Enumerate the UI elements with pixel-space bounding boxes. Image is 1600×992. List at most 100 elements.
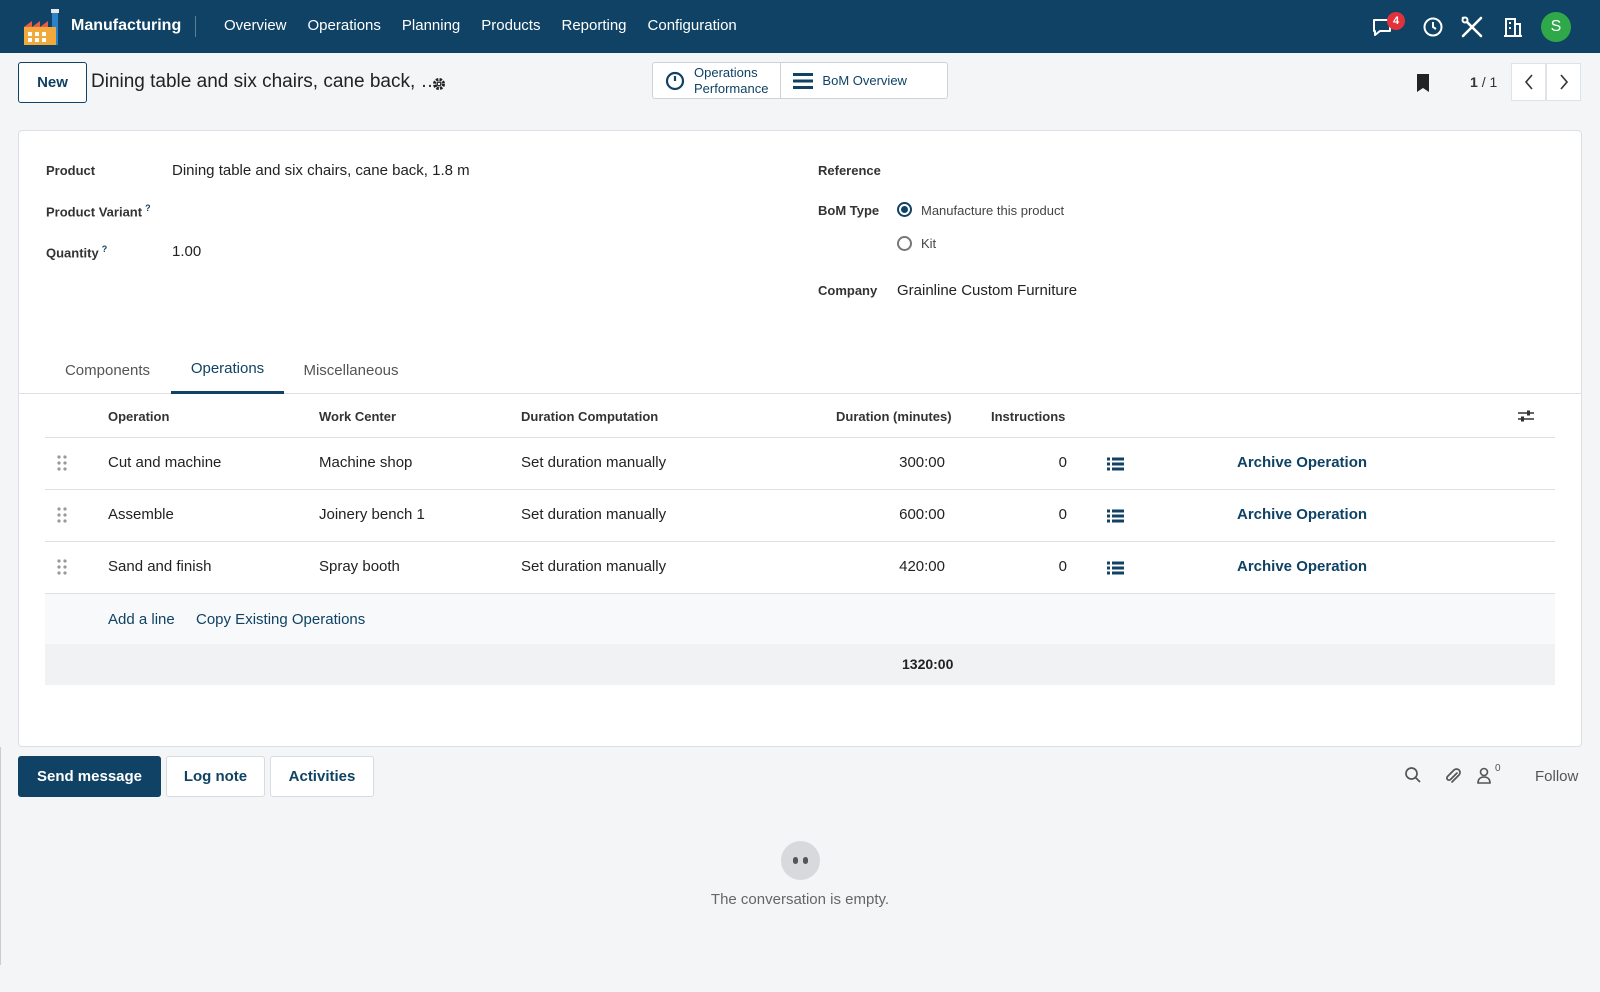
log-note-button[interactable]: Log note bbox=[166, 756, 265, 797]
send-message-button[interactable]: Send message bbox=[18, 756, 161, 797]
instructions-count: 0 bbox=[1058, 558, 1067, 575]
menu-item-products[interactable]: Products bbox=[481, 17, 540, 34]
pager-counter[interactable]: 1 / 1 bbox=[1470, 74, 1497, 90]
bookmark-icon[interactable] bbox=[1415, 73, 1431, 97]
clock-icon[interactable] bbox=[1420, 14, 1446, 40]
pager-next-button[interactable] bbox=[1546, 63, 1581, 101]
chevron-right-icon bbox=[1559, 74, 1568, 90]
divider bbox=[0, 747, 1, 965]
smart-ops-line1: Operations bbox=[694, 64, 758, 80]
tab-operations[interactable]: Operations bbox=[171, 346, 284, 394]
tab-miscellaneous[interactable]: Miscellaneous bbox=[285, 346, 417, 394]
work-center: Machine shop bbox=[319, 454, 413, 471]
bom-type-kit-radio[interactable] bbox=[897, 236, 912, 251]
list-icon[interactable] bbox=[1107, 561, 1124, 579]
archive-operation-button[interactable]: Archive Operation bbox=[1237, 454, 1367, 471]
list-icon[interactable] bbox=[1107, 457, 1124, 475]
notebook-tabs: Components Operations Miscellaneous bbox=[19, 346, 1581, 394]
company-label: Company bbox=[818, 283, 878, 298]
column-duration-computation[interactable]: Duration Computation bbox=[521, 409, 658, 424]
archive-operation-button[interactable]: Archive Operation bbox=[1237, 558, 1367, 575]
messages-badge: 4 bbox=[1387, 12, 1405, 30]
tools-icon[interactable] bbox=[1459, 14, 1485, 40]
drag-handle-icon[interactable] bbox=[57, 455, 67, 475]
column-work-center[interactable]: Work Center bbox=[319, 409, 396, 424]
table-row[interactable]: Cut and machine Machine shop Set duratio… bbox=[45, 438, 1555, 490]
menu-item-configuration[interactable]: Configuration bbox=[648, 17, 737, 34]
product-label: Product bbox=[46, 163, 96, 178]
work-center: Spray booth bbox=[319, 558, 400, 575]
help-icon[interactable]: ? bbox=[102, 244, 108, 254]
main-menu: Overview Operations Planning Products Re… bbox=[224, 17, 758, 34]
smart-ops-line2: Performance bbox=[694, 80, 769, 96]
bom-type-kit-label[interactable]: Kit bbox=[921, 236, 936, 251]
add-line-row: Add a line Copy Existing Operations bbox=[45, 594, 1555, 644]
menu-item-operations[interactable]: Operations bbox=[308, 17, 381, 34]
company-field[interactable]: Grainline Custom Furniture bbox=[897, 282, 1077, 299]
table-row[interactable]: Sand and finish Spray booth Set duration… bbox=[45, 542, 1555, 594]
clock-icon bbox=[665, 71, 685, 90]
followers-icon[interactable] bbox=[1476, 766, 1492, 788]
record-title: Dining table and six chairs, cane back, … bbox=[91, 71, 440, 92]
work-center: Joinery bench 1 bbox=[319, 506, 425, 523]
help-icon[interactable]: ? bbox=[145, 203, 151, 213]
product-variant-label: Product Variant? bbox=[46, 203, 151, 220]
manufacturing-app-icon[interactable] bbox=[22, 5, 62, 47]
navbar-divider bbox=[195, 16, 196, 37]
duration-minutes: 600:00 bbox=[899, 506, 945, 523]
app-name[interactable]: Manufacturing bbox=[71, 17, 181, 35]
duration-minutes: 300:00 bbox=[899, 454, 945, 471]
quantity-label: Quantity? bbox=[46, 244, 108, 261]
duration-computation: Set duration manually bbox=[521, 454, 667, 471]
menu-item-overview[interactable]: Overview bbox=[224, 17, 287, 34]
archive-operation-button[interactable]: Archive Operation bbox=[1237, 506, 1367, 523]
drag-handle-icon[interactable] bbox=[57, 559, 67, 579]
menu-item-planning[interactable]: Planning bbox=[402, 17, 460, 34]
user-avatar[interactable]: S bbox=[1541, 12, 1571, 42]
pager-total: / 1 bbox=[1481, 74, 1498, 90]
add-line-link[interactable]: Add a line bbox=[108, 611, 175, 628]
paperclip-icon[interactable] bbox=[1444, 766, 1462, 790]
column-duration[interactable]: Duration (minutes) bbox=[836, 409, 952, 424]
list-icon[interactable] bbox=[1107, 509, 1124, 527]
instructions-count: 0 bbox=[1058, 454, 1067, 471]
gear-icon[interactable] bbox=[431, 76, 447, 96]
tab-components[interactable]: Components bbox=[45, 346, 170, 394]
activities-button[interactable]: Activities bbox=[270, 756, 374, 797]
bom-type-manufacture-label[interactable]: Manufacture this product bbox=[921, 203, 1064, 218]
menu-item-reporting[interactable]: Reporting bbox=[561, 17, 626, 34]
duration-computation: Set duration manually bbox=[521, 558, 667, 575]
operations-performance-button[interactable]: Operations Performance bbox=[653, 63, 780, 98]
drag-handle-icon[interactable] bbox=[57, 507, 67, 527]
optional-columns-icon[interactable] bbox=[1517, 408, 1535, 428]
bom-type-manufacture-radio[interactable] bbox=[897, 202, 912, 217]
operation-name: Sand and finish bbox=[108, 558, 212, 575]
bars-icon bbox=[793, 72, 814, 89]
chevron-left-icon bbox=[1524, 74, 1533, 90]
empty-conversation-icon bbox=[781, 841, 820, 880]
new-button[interactable]: New bbox=[18, 62, 87, 103]
instructions-count: 0 bbox=[1058, 506, 1067, 523]
column-operation[interactable]: Operation bbox=[108, 409, 169, 424]
duration-minutes: 420:00 bbox=[899, 558, 945, 575]
pager-previous-button[interactable] bbox=[1511, 63, 1546, 101]
operation-name: Cut and machine bbox=[108, 454, 222, 471]
pager-current: 1 bbox=[1470, 74, 1478, 90]
bom-type-label: BoM Type bbox=[818, 203, 880, 218]
product-field[interactable]: Dining table and six chairs, cane back, … bbox=[172, 162, 470, 179]
followers-count: 0 bbox=[1495, 763, 1501, 774]
quantity-field[interactable]: 1.00 bbox=[172, 243, 201, 260]
table-header: Operation Work Center Duration Computati… bbox=[45, 395, 1555, 438]
bom-overview-label: BoM Overview bbox=[822, 73, 907, 88]
total-duration: 1320:00 bbox=[902, 656, 954, 672]
duration-computation: Set duration manually bbox=[521, 506, 667, 523]
table-row[interactable]: Assemble Joinery bench 1 Set duration ma… bbox=[45, 490, 1555, 542]
total-row: 1320:00 bbox=[45, 644, 1555, 685]
empty-conversation-text: The conversation is empty. bbox=[710, 891, 890, 908]
search-icon[interactable] bbox=[1404, 766, 1422, 788]
copy-existing-operations-link[interactable]: Copy Existing Operations bbox=[196, 611, 365, 628]
follow-button[interactable]: Follow bbox=[1535, 768, 1578, 785]
bom-overview-button[interactable]: BoM Overview bbox=[780, 63, 919, 98]
column-instructions[interactable]: Instructions bbox=[991, 409, 1065, 424]
company-building-icon[interactable] bbox=[1500, 14, 1526, 40]
